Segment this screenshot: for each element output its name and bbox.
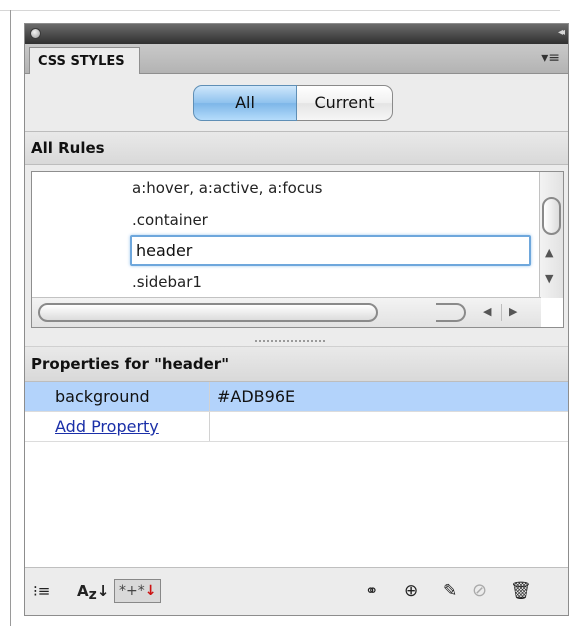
set-only-arrow: ↓	[144, 583, 157, 599]
delete-rule-icon[interactable]: 🗑	[510, 581, 532, 601]
css-styles-panel: ◂◂ CSS STYLES ▾≡ All Current All Rules a…	[24, 23, 569, 616]
rule-item-selected[interactable]: header	[130, 235, 531, 266]
pane-resize-grip[interactable]	[255, 340, 325, 344]
alpha-a: A	[77, 582, 89, 600]
bottom-toolbar: ⁝≡ Az↓ *+*↓ ⚭ ⊕ ✎ ⊘ 🗑	[25, 568, 568, 615]
tab-strip: CSS STYLES ▾≡	[25, 44, 568, 74]
current-mode-button[interactable]: Current	[297, 85, 393, 121]
scroll-right-arrow-icon[interactable]: ▶	[509, 305, 517, 318]
close-icon[interactable]	[30, 28, 41, 39]
frame-top-line	[0, 10, 560, 11]
new-css-rule-icon[interactable]: ⊕	[404, 581, 418, 601]
property-row[interactable]: background #ADB96E	[25, 382, 568, 412]
alpha-z: z	[88, 587, 97, 603]
scroll-down-arrow-icon[interactable]: ▼	[545, 272, 553, 285]
add-property-row: Add Property	[25, 412, 568, 442]
mode-segmented-control: All Current	[193, 85, 393, 121]
show-alphabetical-view-icon[interactable]: Az↓	[77, 581, 109, 605]
vertical-scroll-thumb[interactable]	[542, 197, 561, 235]
tab-css-styles[interactable]: CSS STYLES	[29, 47, 140, 74]
panel-menu-glyph: ▾≡	[541, 50, 560, 66]
property-name[interactable]: background	[55, 382, 209, 411]
scroll-left-arrow-icon[interactable]: ◀	[483, 305, 491, 318]
panel-titlebar[interactable]: ◂◂	[25, 24, 568, 44]
properties-header[interactable]: Properties for "header"	[25, 346, 568, 382]
collapse-icon[interactable]: ◂◂	[558, 27, 565, 38]
horizontal-track-end	[436, 303, 466, 322]
scroll-up-arrow-icon[interactable]: ▲	[545, 246, 553, 259]
rules-list: a:hover, a:active, a:focus .container he…	[31, 171, 564, 328]
panel-options-menu-icon[interactable]: ▾≡	[541, 51, 560, 65]
frame-left-line	[10, 10, 11, 626]
add-property-cell: Add Property	[55, 412, 209, 441]
horizontal-scroll-thumb[interactable]	[38, 303, 378, 322]
add-property-link[interactable]: Add Property	[55, 417, 159, 436]
rule-item[interactable]: .sidebar1	[132, 272, 202, 292]
show-category-view-icon[interactable]: ⁝≡	[33, 581, 50, 601]
alpha-arrow: ↓	[96, 582, 110, 600]
rules-horizontal-scrollbar[interactable]: ◀ ▶	[32, 297, 541, 327]
set-only-glyph: *+*	[119, 583, 145, 599]
add-property-value-cell	[209, 412, 554, 441]
show-set-properties-only-icon[interactable]: *+*↓	[114, 579, 162, 603]
attach-style-sheet-icon[interactable]: ⚭	[365, 581, 378, 601]
property-value[interactable]: #ADB96E	[209, 382, 554, 411]
scroll-arrow-divider	[501, 304, 502, 321]
rule-item[interactable]: a:hover, a:active, a:focus	[132, 178, 322, 198]
rule-item[interactable]: .container	[132, 210, 208, 230]
all-rules-header[interactable]: All Rules	[25, 131, 568, 165]
disable-property-icon[interactable]: ⊘	[472, 581, 487, 601]
properties-grid: background #ADB96E Add Property	[25, 382, 568, 568]
all-mode-button[interactable]: All	[193, 85, 297, 121]
edit-rule-icon[interactable]: ✎	[443, 581, 457, 601]
rules-vertical-scrollbar[interactable]: ▲ ▼	[539, 172, 563, 298]
